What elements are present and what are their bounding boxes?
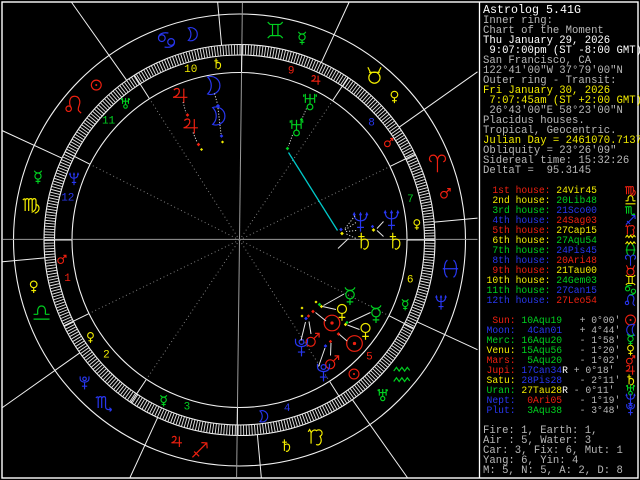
svg-text:1: 1 [64, 273, 71, 285]
svg-text:10: 10 [184, 64, 197, 76]
svg-text:5: 5 [366, 352, 373, 364]
svg-text:8: 8 [368, 118, 375, 130]
svg-text:12: 12 [61, 193, 74, 205]
svg-text:7: 7 [407, 194, 414, 206]
svg-text:11: 11 [102, 115, 116, 127]
svg-text:2: 2 [103, 349, 110, 361]
svg-text:9: 9 [288, 65, 295, 77]
svg-text:3: 3 [184, 402, 191, 414]
svg-text:4: 4 [284, 403, 291, 415]
svg-text:6: 6 [407, 274, 414, 286]
